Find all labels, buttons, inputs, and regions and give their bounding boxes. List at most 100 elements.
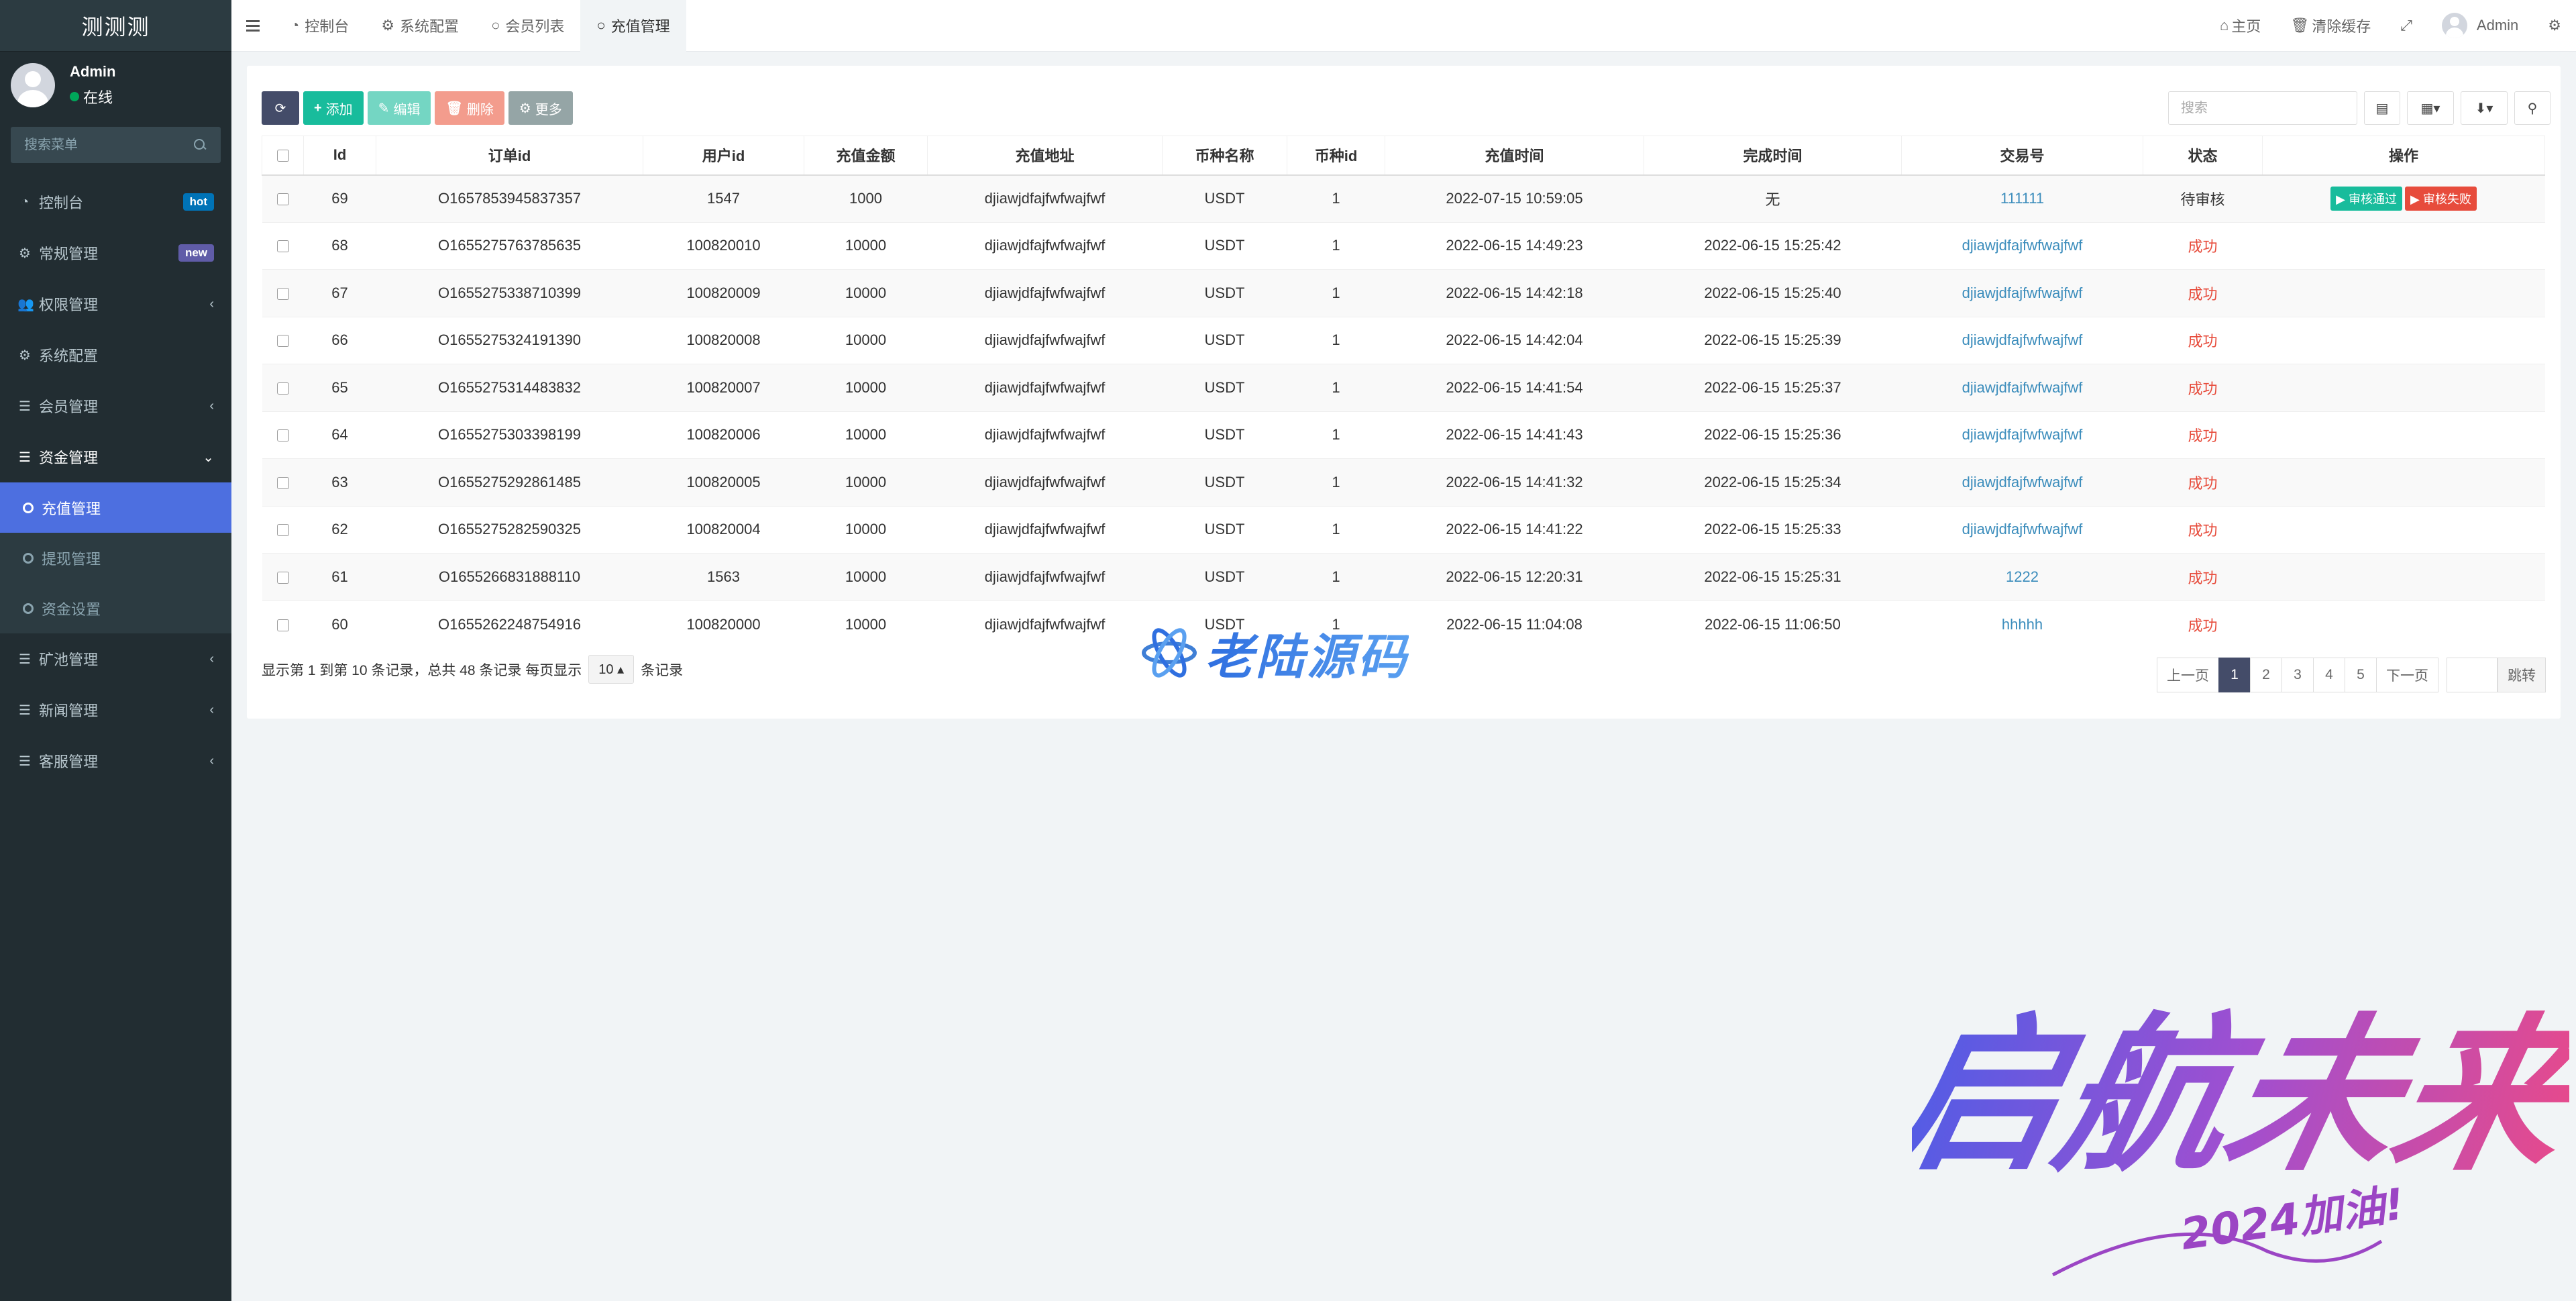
row-checkbox[interactable]: [276, 429, 289, 442]
reject-button[interactable]: ▶ 审核失败: [2405, 187, 2477, 211]
page-button-1[interactable]: 1: [2218, 658, 2251, 692]
user-status-label: 在线: [83, 89, 113, 106]
tab-dashboard[interactable]: ◔ 控制台: [274, 0, 365, 52]
sidebar-item-members[interactable]: ☰ 会员管理 ‹: [0, 380, 231, 431]
sidebar-subitem-withdraw[interactable]: 提现管理: [0, 533, 231, 583]
col-header[interactable]: 充值时间: [1385, 136, 1644, 176]
tab-system-config[interactable]: ⚙ 系统配置: [365, 0, 475, 52]
transaction-link[interactable]: djiawjdfajfwfwajfwf: [1901, 505, 2143, 554]
col-header[interactable]: 用户id: [643, 136, 804, 176]
col-header: 操作: [2262, 136, 2545, 176]
refresh-button[interactable]: ⟳: [262, 91, 299, 125]
page-size-select[interactable]: 10 ▴: [588, 655, 635, 684]
edit-button[interactable]: ✎ 编辑: [367, 91, 431, 125]
user-menu[interactable]: Admin: [2427, 13, 2533, 38]
row-checkbox[interactable]: [276, 476, 289, 489]
table-search-input[interactable]: [2168, 91, 2357, 125]
table-view-icon: ▤: [2375, 101, 2389, 116]
row-checkbox[interactable]: [276, 193, 289, 206]
tab-recharge-management[interactable]: ○ 充值管理: [580, 0, 686, 52]
sidebar-item-permission[interactable]: 👥 权限管理 ‹: [0, 278, 231, 329]
pagination-info: 显示第 1 到第 10 条记录，总共 48 条记录 每页显示 10 ▴ 条记录: [262, 655, 683, 684]
transaction-link[interactable]: djiawjdfajfwfwajfwf: [1901, 458, 2143, 506]
sidebar-item-dashboard[interactable]: ◔ 控制台 hot: [0, 176, 231, 227]
col-header[interactable]: 币种id: [1287, 136, 1385, 176]
table-row[interactable]: 68 O1655275763785635 100820010 10000 djiawjd…: [262, 221, 2545, 270]
sidebar-item-news[interactable]: ☰ 新闻管理 ‹: [0, 684, 231, 735]
table-cell: djiawjdfajfwfwajfwf: [927, 411, 1163, 459]
delete-button[interactable]: 🗑 删除: [435, 91, 504, 125]
table-row[interactable]: 64 O1655275303398199 100820006 10000 djiawjd…: [262, 411, 2545, 459]
transaction-link[interactable]: djiawjdfajfwfwajfwf: [1901, 316, 2143, 364]
table-row[interactable]: 69 O1657853945837357 1547 1000 djiawjdfajfwf…: [262, 174, 2545, 222]
cogs-icon: ⚙: [2548, 17, 2561, 34]
transaction-link[interactable]: djiawjdfajfwfwajfwf: [1901, 221, 2143, 270]
page-button-5[interactable]: 5: [2345, 658, 2377, 692]
circle-icon: ○: [596, 17, 606, 34]
col-header[interactable]: 充值地址: [927, 136, 1163, 176]
sidebar-item-system-config[interactable]: ⚙ 系统配置: [0, 329, 231, 380]
table-row[interactable]: 67 O1655275338710399 100820009 10000 djiawjd…: [262, 269, 2545, 317]
row-checkbox[interactable]: [276, 524, 289, 537]
transaction-link[interactable]: djiawjdfajfwfwajfwf: [1901, 411, 2143, 459]
col-header[interactable]: 订单id: [376, 136, 643, 176]
transaction-link[interactable]: djiawjdfajfwfwajfwf: [1901, 269, 2143, 317]
search-icon[interactable]: [193, 138, 207, 152]
col-header[interactable]: Id: [303, 136, 376, 176]
avatar: [2441, 13, 2467, 38]
transaction-link[interactable]: 111111: [1901, 174, 2143, 222]
menu-search-input[interactable]: [24, 137, 185, 153]
table-cell: 60: [303, 600, 376, 648]
dashboard-icon: ◔: [20, 194, 30, 209]
tab-member-list[interactable]: ○ 会员列表: [475, 0, 580, 52]
home-link[interactable]: ⌂ 主页: [2205, 15, 2275, 36]
table-row[interactable]: 61 O1655266831888110 1563 10000 djiawjdfajfw…: [262, 553, 2545, 601]
prev-page-button[interactable]: 上一页: [2157, 658, 2219, 692]
transaction-link[interactable]: 1222: [1901, 553, 2143, 601]
col-header[interactable]: 充值金额: [804, 136, 928, 176]
brand-logo[interactable]: 测测测: [0, 0, 231, 52]
row-checkbox[interactable]: [276, 240, 289, 253]
sidebar-item-general[interactable]: ⚙ 常规管理 new: [0, 227, 231, 278]
select-all-checkbox[interactable]: [276, 150, 289, 162]
row-select-cell: [262, 269, 304, 317]
table-row[interactable]: 63 O1655275292861485 100820005 10000 djiawjd…: [262, 458, 2545, 506]
next-page-button[interactable]: 下一页: [2376, 658, 2438, 692]
table-row[interactable]: 66 O1655275324191390 100820008 10000 djiawjd…: [262, 316, 2545, 364]
jump-page-input[interactable]: [2447, 658, 2498, 692]
clear-cache-button[interactable]: 🗑 清除缓存: [2275, 15, 2385, 36]
table-row[interactable]: 62 O1655275282590325 100820004 10000 djiawjd…: [262, 505, 2545, 554]
toggle-view-button[interactable]: ▤: [2364, 91, 2400, 125]
row-checkbox[interactable]: [276, 382, 289, 395]
fullscreen-button[interactable]: ⤢: [2385, 17, 2427, 34]
page-button-2[interactable]: 2: [2250, 658, 2282, 692]
menu-toggle-button[interactable]: [231, 0, 274, 52]
export-button[interactable]: ⬇▾: [2461, 91, 2508, 125]
row-checkbox[interactable]: [276, 619, 289, 631]
columns-button[interactable]: ▦▾: [2407, 91, 2454, 125]
row-checkbox[interactable]: [276, 335, 289, 348]
col-header[interactable]: 完成时间: [1644, 136, 1902, 176]
transaction-link[interactable]: djiawjdfajfwfwajfwf: [1901, 364, 2143, 411]
add-button[interactable]: + 添加: [303, 91, 364, 125]
row-checkbox[interactable]: [276, 571, 289, 584]
sidebar-subitem-recharge[interactable]: 充值管理: [0, 482, 231, 533]
transaction-link[interactable]: hhhhh: [1901, 600, 2143, 648]
col-header[interactable]: 币种名称: [1162, 136, 1287, 176]
sidebar-item-mining-pool[interactable]: ☰ 矿池管理 ‹: [0, 633, 231, 684]
page-button-4[interactable]: 4: [2313, 658, 2345, 692]
page-button-3[interactable]: 3: [2282, 658, 2314, 692]
col-header[interactable]: 状态: [2143, 136, 2263, 176]
sidebar-item-funds[interactable]: ☰ 资金管理 ⌄: [0, 431, 231, 482]
table-row[interactable]: 65 O1655275314483832 100820007 10000 djiawjd…: [262, 364, 2545, 411]
approve-button[interactable]: ▶ 审核通过: [2330, 187, 2402, 211]
row-select-cell: [262, 600, 304, 648]
sidebar-item-customer-service[interactable]: ☰ 客服管理 ‹: [0, 735, 231, 786]
jump-button[interactable]: 跳转: [2498, 658, 2546, 692]
settings-button[interactable]: ⚙: [2533, 17, 2576, 34]
sidebar-subitem-fund-settings[interactable]: 资金设置: [0, 583, 231, 633]
row-checkbox[interactable]: [276, 287, 289, 300]
more-button[interactable]: ⚙ 更多: [508, 91, 573, 125]
advanced-search-button[interactable]: ⚲: [2514, 91, 2551, 125]
col-header[interactable]: 交易号: [1901, 136, 2143, 176]
